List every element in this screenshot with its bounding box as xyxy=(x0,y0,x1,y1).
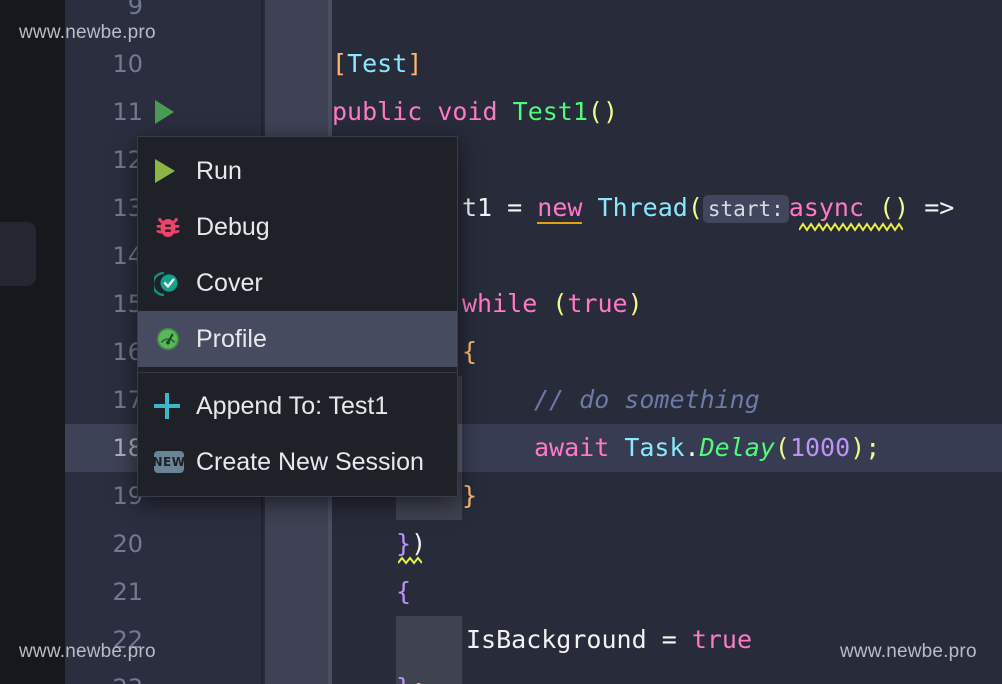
keyword-while: while xyxy=(462,289,537,318)
delay-paren-close: ) xyxy=(850,433,865,462)
line-number: 15 xyxy=(65,280,143,328)
menu-item-label: Debug xyxy=(196,213,270,242)
line-number: 11 xyxy=(65,88,143,136)
type-thread: Thread xyxy=(598,193,688,222)
statement-semicolon: ; xyxy=(865,433,880,462)
cover-check-icon xyxy=(154,269,196,297)
method-name-test1: Test1 xyxy=(513,97,588,126)
watermark-bottom-left: www.newbe.pro xyxy=(19,641,156,663)
keyword-await: await xyxy=(534,433,609,462)
ide-editor-screen: 9 10 11 12 13 14 15 16 17 18 19 20 21 22… xyxy=(0,0,1002,684)
semicolon-23: ; xyxy=(411,673,426,684)
menu-item-run[interactable]: Run xyxy=(138,143,457,199)
line-number: 14 xyxy=(65,232,143,280)
tool-window-tab[interactable] xyxy=(0,222,36,286)
keyword-true-22: true xyxy=(692,625,752,654)
run-context-menu[interactable]: Run xyxy=(137,136,458,497)
line-number-current: 18 xyxy=(65,424,143,472)
plus-icon xyxy=(154,393,196,419)
line-number: 17 xyxy=(65,376,143,424)
brace-open-21: { xyxy=(396,577,411,606)
code-line-23: }; xyxy=(396,664,426,684)
brace-close-19: } xyxy=(462,481,477,510)
menu-item-cover[interactable]: Cover xyxy=(138,255,457,311)
menu-separator xyxy=(138,372,457,373)
keyword-public: public xyxy=(332,97,422,126)
line-number: 13 xyxy=(65,184,143,232)
operator-equals-22: = xyxy=(662,625,677,654)
line-number: 19 xyxy=(65,472,143,520)
while-paren-open: ( xyxy=(552,289,567,318)
paren-close-20: ) xyxy=(411,529,426,558)
left-tool-strip xyxy=(0,0,65,684)
while-paren-close: ) xyxy=(628,289,643,318)
number-1000: 1000 xyxy=(790,433,850,462)
keyword-true: true xyxy=(567,289,627,318)
parameter-name-hint: start: xyxy=(703,195,789,223)
code-line-17: // do something xyxy=(534,376,760,424)
keyword-void: void xyxy=(437,97,497,126)
profile-gauge-icon xyxy=(154,325,196,353)
lambda-parens: () xyxy=(879,193,909,222)
menu-item-label: Profile xyxy=(196,325,267,354)
brace-close-20: } xyxy=(396,529,411,558)
member-dot: . xyxy=(685,433,700,462)
code-line-22: IsBackground = true xyxy=(466,616,752,664)
call-paren-open: ( xyxy=(688,193,703,222)
property-isbackground: IsBackground xyxy=(466,625,647,654)
menu-item-label: Create New Session xyxy=(196,448,424,477)
delay-paren-open: ( xyxy=(775,433,790,462)
menu-item-profile[interactable]: Profile xyxy=(138,311,457,367)
operator-equals: = xyxy=(507,193,522,222)
async-warning-squiggle xyxy=(799,222,903,232)
watermark-bottom-right: www.newbe.pro xyxy=(840,641,977,663)
menu-item-append-to[interactable]: Append To: Test1 xyxy=(138,378,457,434)
line-number: 16 xyxy=(65,328,143,376)
brace-warning-squiggle xyxy=(398,556,422,565)
menu-item-debug[interactable]: Debug xyxy=(138,199,457,255)
indent-block xyxy=(396,616,462,664)
menu-item-label: Append To: Test1 xyxy=(196,392,388,421)
run-play-icon xyxy=(154,159,196,183)
code-line-18: await Task.Delay(1000); xyxy=(534,424,880,472)
brace-close-23: } xyxy=(396,673,411,684)
code-line-21: { xyxy=(396,568,411,616)
line-number: 21 xyxy=(65,568,143,616)
attribute-open-bracket: [ xyxy=(332,49,347,78)
code-line-19: } xyxy=(462,472,477,520)
code-line-15: while (true) xyxy=(462,280,643,328)
line-number: 10 xyxy=(65,40,143,88)
new-badge-text: NEW xyxy=(154,451,184,473)
code-line-16: { xyxy=(462,328,477,376)
brace-open-16: { xyxy=(462,337,477,366)
attribute-name: Test xyxy=(347,49,407,78)
line-number: 12 xyxy=(65,136,143,184)
menu-item-label: Run xyxy=(196,157,242,186)
line-number: 23 xyxy=(65,664,143,684)
attribute-close-bracket: ] xyxy=(407,49,422,78)
watermark-top-left: www.newbe.pro xyxy=(19,22,156,44)
menu-item-create-new-session[interactable]: NEW Create New Session xyxy=(138,434,457,490)
variable-t1: t1 xyxy=(462,193,492,222)
keyword-new: new xyxy=(537,193,582,224)
lambda-arrow: => xyxy=(924,193,954,222)
code-line-11: public void Test1() xyxy=(332,88,618,136)
method-delay: Delay xyxy=(700,433,775,462)
new-badge-icon: NEW xyxy=(154,451,196,473)
debug-bug-icon xyxy=(154,213,196,241)
type-task: Task xyxy=(624,433,684,462)
code-line-10: [Test] xyxy=(332,40,422,88)
menu-item-label: Cover xyxy=(196,269,263,298)
keyword-async: async xyxy=(789,193,864,222)
comment-do-something: // do something xyxy=(534,385,760,414)
method-parens: () xyxy=(588,97,618,126)
line-number: 20 xyxy=(65,520,143,568)
run-gutter-play-icon[interactable] xyxy=(155,100,174,124)
